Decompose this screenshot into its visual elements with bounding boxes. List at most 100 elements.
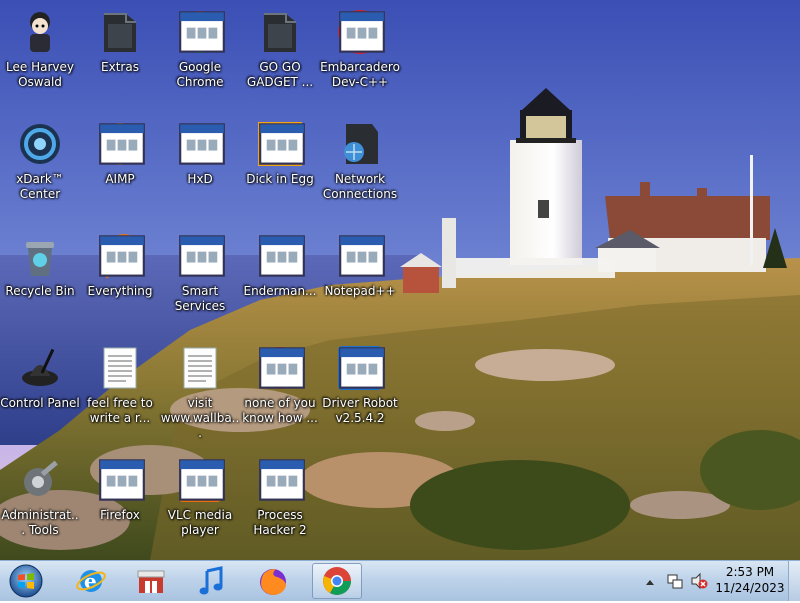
desktop-icon-driver-robot[interactable]: Driver Robot v2.5.4.2: [320, 344, 400, 426]
devcpp-icon: DEV+: [336, 8, 385, 56]
taskbar-internet-explorer[interactable]: e: [66, 563, 116, 599]
taskbar: e 2:53 PM 11/24/2023: [0, 560, 800, 601]
red-app-icon: [256, 344, 305, 392]
internet-explorer-icon: e: [76, 569, 106, 593]
desktop-icon-smart-services[interactable]: Smart Services: [160, 232, 240, 314]
show-hidden-icons-button[interactable]: [644, 574, 656, 586]
show-desktop-button[interactable]: [788, 561, 800, 601]
desktop-icon-xdark-center[interactable]: xDark™ Center: [0, 120, 80, 202]
desktop-icon-process-hacker[interactable]: Process Hacker 2: [240, 456, 320, 538]
desktop-icon-control-panel[interactable]: Control Panel: [0, 344, 80, 411]
desktop-icon-label: Extras: [101, 60, 139, 74]
desktop-icon-label: HxD: [187, 172, 213, 186]
desktop-icon-label: Embarcadero Dev-C++: [320, 60, 400, 89]
network-icon: [336, 120, 384, 168]
desktop-icon-label: GO GO GADGET ...: [246, 60, 314, 89]
desktop-icon-label: Everything: [87, 284, 153, 298]
desktop-icon-label: Recycle Bin: [5, 284, 75, 298]
aimp-icon: [96, 120, 145, 168]
app-window-badge-icon: [179, 235, 225, 277]
app-window-badge-icon: [99, 235, 145, 277]
text-file-icon: [176, 344, 224, 392]
app-window-badge-icon: [179, 123, 225, 165]
chevron-up-icon: [646, 580, 654, 585]
folder-icon: [256, 8, 304, 56]
desktop-icon-vlc[interactable]: VLC media player: [160, 456, 240, 538]
desktop-icon-label: Administrat... Tools: [1, 508, 79, 537]
desktop-icon-label: Notepad++: [324, 284, 396, 298]
chrome-icon: [323, 567, 351, 595]
app-window-badge-icon: [339, 347, 385, 389]
app-window-badge-icon: [339, 235, 385, 277]
desktop-icon-dick-in-egg[interactable]: e Dick in Egg: [240, 120, 320, 187]
hxd-icon: [176, 120, 225, 168]
driver-robot-icon: [336, 344, 385, 392]
desktop-icon-lee-harvey-oswald[interactable]: Lee Harvey Oswald: [0, 8, 80, 90]
chrome-icon: [176, 8, 225, 56]
taskbar-itunes[interactable]: [186, 563, 236, 599]
desktop-icon-google-chrome[interactable]: Google Chrome: [160, 8, 240, 90]
desktop-icon-recycle-bin[interactable]: Recycle Bin: [0, 232, 80, 299]
taskbar-store[interactable]: [126, 563, 176, 599]
desktop-icon-label: Firefox: [100, 508, 140, 522]
desktop-icon-none-of-you-know[interactable]: none of you know how ...: [240, 344, 320, 426]
desktop-icon-administrative-tools[interactable]: Administrat... Tools: [0, 456, 80, 538]
desktop-icon-label: Lee Harvey Oswald: [6, 60, 74, 89]
desktop-icon-label: Process Hacker 2: [253, 508, 307, 537]
notepadpp-icon: [336, 232, 385, 280]
app-window-badge-icon: [179, 11, 225, 53]
desktop-icon-go-go-gadget[interactable]: GO GO GADGET ...: [240, 8, 320, 90]
desktop-icon-label: Control Panel: [0, 396, 80, 410]
store-icon: [137, 570, 165, 593]
desktop-icon-label: Google Chrome: [176, 60, 224, 89]
desktop-icon-extras[interactable]: Extras: [80, 8, 160, 75]
app-window-badge-icon: [179, 459, 225, 501]
volume-muted-icon: [691, 572, 708, 590]
app-window-badge-icon: [339, 11, 385, 53]
desktop-icon-feel-free-text[interactable]: feel free to write a r...: [80, 344, 160, 426]
windows-orb-icon: [9, 564, 43, 598]
window-icon: [256, 232, 305, 280]
text-file-icon: [96, 344, 144, 392]
user-folder-icon: [16, 8, 64, 56]
desktop-icon-label: Enderman...: [243, 284, 317, 298]
desktop-icon-firefox[interactable]: Firefox: [80, 456, 160, 523]
volume-tray-button[interactable]: [690, 572, 708, 590]
app-window-badge-icon: [99, 459, 145, 501]
app-window-badge-icon: [259, 235, 305, 277]
vlc-icon: [176, 456, 225, 504]
everything-icon: [96, 232, 145, 280]
xdark-icon: [16, 120, 64, 168]
network-tray-button[interactable]: [666, 572, 684, 590]
desktop-icon-label: Driver Robot v2.5.4.2: [322, 396, 398, 425]
recycle-bin-icon: [16, 232, 64, 280]
desktop-icon-label: xDark™ Center: [16, 172, 64, 201]
desktop-icon-embarcadero-dev-cpp[interactable]: DEV+ Embarcadero Dev-C++: [320, 8, 400, 90]
desktop-icon-label: Dick in Egg: [246, 172, 314, 186]
start-button[interactable]: [6, 563, 46, 599]
desktop-icon-label: visit www.wallba...: [160, 396, 240, 440]
firefox-icon: [96, 456, 145, 504]
desktop-icon-aimp[interactable]: AIMP: [80, 120, 160, 187]
clock-time: 2:53 PM: [725, 565, 775, 579]
desktop-icon-everything[interactable]: Everything: [80, 232, 160, 299]
control-panel-icon: [16, 344, 64, 392]
desktop-icon-notepad-plus-plus[interactable]: Notepad++: [320, 232, 400, 299]
desktop-icon-visit-wallba[interactable]: visit www.wallba...: [160, 344, 240, 441]
clock[interactable]: 2:53 PM 11/24/2023: [714, 564, 786, 596]
desktop-icon-network-connections[interactable]: Network Connections: [320, 120, 400, 202]
desktop-icon-hxd[interactable]: HxD: [160, 120, 240, 187]
taskbar-chrome[interactable]: [312, 563, 362, 599]
desktop-icon-label: Network Connections: [322, 172, 398, 201]
app-window-badge-icon: [259, 347, 305, 389]
desktop-icon-label: feel free to write a r...: [87, 396, 153, 425]
clock-date: 11/24/2023: [715, 581, 785, 595]
network-tray-icon: [667, 574, 683, 589]
desktop-icon-enderman[interactable]: Enderman...: [240, 232, 320, 299]
process-hacker-icon: [256, 456, 305, 504]
taskbar-firefox[interactable]: [248, 563, 298, 599]
app-window-badge-icon: [259, 123, 305, 165]
folder-icon: [96, 8, 144, 56]
desktop-icon-label: none of you know how ...: [242, 396, 318, 425]
app-window-badge-icon: [99, 123, 145, 165]
